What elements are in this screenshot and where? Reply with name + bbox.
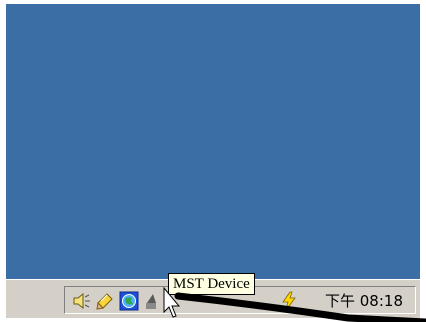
tooltip-mst-device: MST Device [168,273,255,295]
power-icon[interactable] [279,291,299,311]
speaker-icon[interactable] [71,291,91,311]
taskbar-clock[interactable]: 下午 08:18 [325,292,403,310]
pencil-icon[interactable] [95,291,115,311]
mst-device-icon[interactable] [143,291,163,311]
desktop-background[interactable] [6,4,420,279]
screen-frame: 下午 08:18 MST Device [0,0,426,322]
network-globe-icon[interactable] [119,291,139,311]
